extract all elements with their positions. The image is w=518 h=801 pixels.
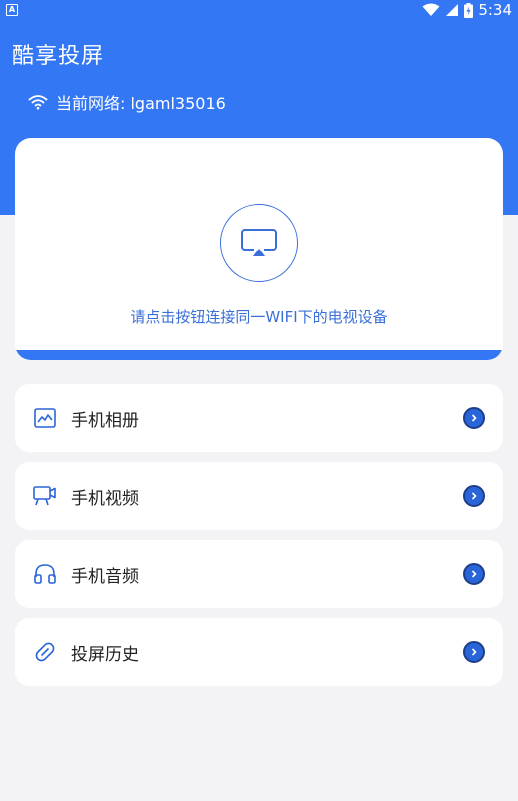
cell-signal-icon [446, 4, 459, 16]
notification-icon: A [6, 4, 18, 16]
headphones-icon [33, 562, 57, 586]
chevron-right-icon [463, 407, 485, 429]
menu-item-cast-history[interactable]: 投屏历史 [15, 618, 503, 686]
current-network: 当前网络: lgaml35016 [28, 90, 226, 114]
screen-cast-icon [241, 229, 277, 256]
status-time: 5:34 [478, 1, 512, 19]
app-screen: A 5:34 酷享投屏 当前网络: lgaml35016 请点击按钮连接同一WI… [0, 0, 518, 801]
menu-item-audio[interactable]: 手机音频 [15, 540, 503, 608]
menu-item-video[interactable]: 手机视频 [15, 462, 503, 530]
card-accent-bar [15, 350, 503, 360]
cast-hint: 请点击按钮连接同一WIFI下的电视设备 [130, 308, 388, 326]
app-title: 酷享投屏 [12, 44, 105, 69]
menu-item-photo-album[interactable]: 手机相册 [15, 384, 503, 452]
menu-label-cast-history: 投屏历史 [71, 644, 139, 665]
menu-label-video: 手机视频 [71, 488, 139, 509]
network-label: 当前网络: lgaml35016 [56, 94, 226, 113]
chevron-right-icon [463, 641, 485, 663]
video-icon [33, 484, 57, 508]
status-bar: A 5:34 [0, 0, 518, 20]
history-icon [33, 640, 57, 664]
chevron-right-icon [463, 485, 485, 507]
menu-label-photo-album: 手机相册 [71, 410, 139, 431]
menu-label-audio: 手机音频 [71, 566, 139, 587]
battery-charging-icon [464, 2, 474, 18]
photo-album-icon [33, 406, 57, 430]
wifi-signal-icon [422, 3, 440, 16]
screen-cast-button[interactable] [220, 204, 298, 282]
cast-card: 请点击按钮连接同一WIFI下的电视设备 [15, 138, 503, 360]
chevron-right-icon [463, 563, 485, 585]
wifi-icon [28, 95, 48, 110]
